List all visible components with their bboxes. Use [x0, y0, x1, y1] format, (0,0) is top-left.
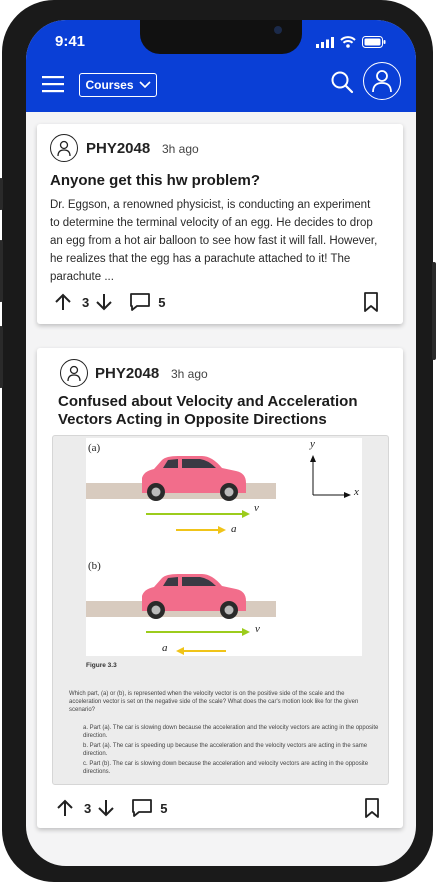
post-time: 3h ago: [162, 142, 199, 156]
screen: 9:41 Courses PHY2048 3h ago Anyone get t…: [26, 20, 416, 866]
post-course[interactable]: PHY2048: [95, 365, 159, 382]
courses-label: Courses: [85, 78, 134, 92]
post-card[interactable]: PHY2048 3h ago Anyone get this hw proble…: [37, 124, 403, 324]
figure-option: a. Part (a). The car is slowing down bec…: [83, 725, 379, 739]
volume-up-button: [0, 240, 3, 302]
figure-option: b. Part (a). The car is speeding up beca…: [83, 743, 368, 757]
upvote-icon[interactable]: [56, 799, 74, 817]
post-card[interactable]: PHY2048 3h ago Confused about Velocity a…: [37, 348, 403, 828]
figure-diagram: (a) (b) y x v a v a: [86, 438, 362, 656]
phone-frame: 9:41 Courses PHY2048 3h ago Anyone get t…: [0, 0, 436, 882]
hamburger-menu-icon[interactable]: [42, 75, 64, 93]
search-icon[interactable]: [330, 70, 354, 94]
volume-down-button: [0, 326, 3, 388]
post-body: Dr. Eggson, a renowned physicist, is con…: [50, 199, 378, 283]
post-time: 3h ago: [171, 367, 208, 381]
figure-options: a. Part (a). The car is slowing down bec…: [83, 724, 379, 778]
post-figure-image[interactable]: (a) (b) y x v a v a Figure 3.3 Which par…: [52, 435, 389, 785]
upvote-icon[interactable]: [54, 293, 72, 311]
power-button: [432, 262, 436, 360]
vote-count: 3: [84, 800, 92, 816]
user-icon: [67, 365, 81, 381]
signal-icon: [316, 36, 334, 48]
chevron-down-icon: [138, 81, 151, 89]
courses-dropdown[interactable]: Courses: [79, 73, 157, 97]
figure-option: c. Part (b). The car is slowing down bec…: [83, 761, 369, 775]
vote-count: 3: [82, 294, 90, 310]
profile-avatar-button[interactable]: [363, 62, 401, 100]
comment-icon[interactable]: [131, 798, 153, 818]
status-icons: [316, 36, 386, 48]
post-course[interactable]: PHY2048: [86, 140, 150, 157]
figure-question: Which part, (a) or (b), is represented w…: [69, 691, 359, 713]
post-actions: 3 5: [56, 798, 167, 818]
comment-count: 5: [160, 800, 168, 816]
figure-caption: Figure 3.3: [86, 662, 117, 669]
post-title[interactable]: Confused about Velocity and Acceleration…: [58, 393, 388, 429]
app-header: 9:41 Courses: [26, 20, 416, 112]
post-actions: 3 5: [54, 292, 165, 312]
post-avatar: [60, 359, 88, 387]
wifi-icon: [340, 36, 356, 48]
post-title[interactable]: Anyone get this hw problem?: [50, 172, 390, 190]
comment-count: 5: [158, 294, 166, 310]
bookmark-icon[interactable]: [364, 798, 380, 818]
downvote-icon[interactable]: [95, 293, 113, 311]
camera-icon: [274, 26, 282, 34]
battery-icon: [362, 36, 386, 48]
physics-diagram-graphic: [86, 455, 351, 655]
comment-icon[interactable]: [129, 292, 151, 312]
user-icon: [372, 70, 392, 93]
post-avatar: [50, 134, 78, 162]
user-icon: [57, 140, 71, 156]
bookmark-icon[interactable]: [363, 292, 379, 312]
downvote-icon[interactable]: [97, 799, 115, 817]
status-time: 9:41: [55, 33, 86, 50]
notch: [140, 20, 302, 54]
mute-switch: [0, 178, 3, 210]
